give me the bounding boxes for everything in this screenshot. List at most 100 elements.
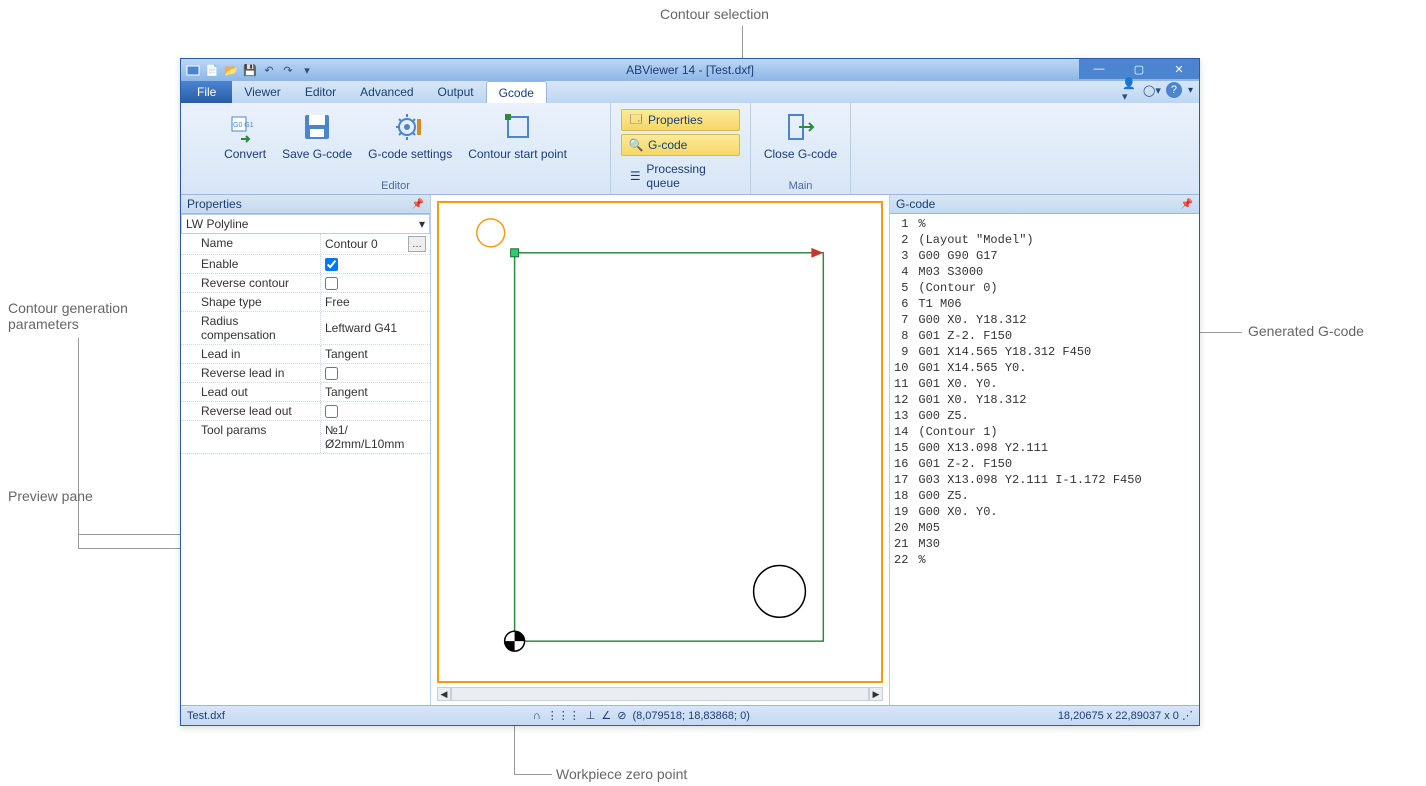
style-icon[interactable]: ◯▾ bbox=[1144, 82, 1160, 98]
tab-output[interactable]: Output bbox=[426, 81, 486, 103]
anno-line bbox=[78, 338, 79, 534]
prop-key: Reverse lead out bbox=[181, 402, 321, 420]
save-gcode-button[interactable]: Save G-code bbox=[282, 107, 352, 161]
tab-gcode[interactable]: Gcode bbox=[486, 81, 547, 103]
gcode-text[interactable]: %(Layout "Model")G00 G90 G17M03 S3000(Co… bbox=[914, 214, 1145, 705]
resize-grip-icon[interactable]: ⋰ bbox=[1182, 710, 1193, 722]
save-icon[interactable]: 💾 bbox=[242, 62, 258, 78]
prop-value-radius[interactable]: Leftward G41 bbox=[321, 312, 430, 344]
properties-icon: 🗔 bbox=[628, 112, 644, 128]
qat-dropdown-icon[interactable]: ▾ bbox=[299, 62, 315, 78]
reverse-leadout-checkbox[interactable] bbox=[325, 405, 338, 418]
gcode-panel-title: G-code bbox=[896, 197, 935, 211]
annotation-contour-params: Contour generation parameters bbox=[8, 300, 128, 332]
start-point-marker bbox=[511, 249, 519, 257]
contour-start-icon bbox=[502, 111, 534, 143]
status-coords: (8,079518; 18,83868; 0) bbox=[632, 710, 749, 722]
help-dropdown-icon[interactable]: ▾ bbox=[1188, 85, 1193, 96]
properties-btn-label: Properties bbox=[648, 113, 703, 127]
undo-icon[interactable]: ↶ bbox=[261, 62, 277, 78]
prop-row-tool-params: Tool params №1/Ø2mm/L10mm bbox=[181, 421, 430, 454]
contour-selection-marker bbox=[477, 219, 505, 247]
gcode-settings-label: G-code settings bbox=[368, 147, 452, 161]
gcode-editor[interactable]: 12345678910111213141516171819202122 %(La… bbox=[890, 214, 1199, 705]
open-icon[interactable]: 📂 bbox=[223, 62, 239, 78]
gcode-settings-button[interactable]: G-code settings bbox=[368, 107, 452, 161]
minimize-button[interactable]: — bbox=[1079, 59, 1119, 79]
polar-icon[interactable]: ∠ bbox=[601, 709, 611, 722]
quick-access-toolbar: 📄 📂 💾 ↶ ↷ ▾ bbox=[185, 62, 315, 78]
ribbon-group-editor: Editor bbox=[191, 178, 600, 194]
main-area: Properties 📌 LW Polyline ▾ Name Contour … bbox=[181, 195, 1199, 705]
reverse-leadin-checkbox[interactable] bbox=[325, 367, 338, 380]
convert-button[interactable]: G0 G1 Convert bbox=[224, 107, 266, 161]
maximize-button[interactable]: ▢ bbox=[1119, 59, 1159, 79]
tab-editor[interactable]: Editor bbox=[293, 81, 348, 103]
zero-point-icon bbox=[505, 631, 525, 651]
prop-value-leadout[interactable]: Tangent bbox=[321, 383, 430, 401]
pin-icon[interactable]: 📌 bbox=[412, 199, 424, 210]
prop-value-shape[interactable]: Free bbox=[321, 293, 430, 311]
prop-value-leadin[interactable]: Tangent bbox=[321, 345, 430, 363]
prop-key: Shape type bbox=[181, 293, 321, 311]
ellipsis-button[interactable]: … bbox=[408, 236, 426, 252]
enable-checkbox[interactable] bbox=[325, 258, 338, 271]
prop-key: Lead in bbox=[181, 345, 321, 363]
svg-text:G0 G1: G0 G1 bbox=[233, 122, 254, 129]
statusbar: Test.dxf ∩ ⋮⋮⋮ ⊥ ∠ ⊘ (8,079518; 18,83868… bbox=[181, 705, 1199, 725]
contour-circle bbox=[754, 565, 806, 617]
scroll-left-icon[interactable]: ◀ bbox=[437, 687, 451, 701]
prop-key: Reverse contour bbox=[181, 274, 321, 292]
close-gcode-button[interactable]: Close G-code bbox=[764, 107, 837, 161]
line-gutter: 12345678910111213141516171819202122 bbox=[890, 214, 914, 705]
gcode-btn-label: G-code bbox=[648, 138, 687, 152]
canvas[interactable] bbox=[437, 201, 883, 683]
file-menu[interactable]: File bbox=[181, 81, 232, 103]
help-icon[interactable]: ? bbox=[1166, 82, 1182, 98]
scroll-track[interactable] bbox=[451, 687, 869, 701]
grid-icon[interactable]: ⋮⋮⋮ bbox=[547, 709, 580, 722]
ortho-icon[interactable]: ⊥ bbox=[586, 709, 596, 722]
contour-start-button[interactable]: Contour start point bbox=[468, 107, 567, 161]
gcode-panel: G-code 📌 1234567891011121314151617181920… bbox=[889, 195, 1199, 705]
horizontal-scrollbar[interactable]: ◀ ▶ bbox=[437, 687, 883, 701]
tab-viewer[interactable]: Viewer bbox=[232, 81, 292, 103]
annotation-workpiece-zero: Workpiece zero point bbox=[556, 766, 687, 782]
redo-icon[interactable]: ↷ bbox=[280, 62, 296, 78]
snap-icon[interactable]: ∩ bbox=[533, 710, 541, 722]
status-filename: Test.dxf bbox=[187, 710, 225, 722]
properties-panel-button[interactable]: 🗔 Properties bbox=[621, 109, 740, 131]
prop-row-radius-comp: Radius compensation Leftward G41 bbox=[181, 312, 430, 345]
anno-line bbox=[78, 508, 79, 548]
annotation-contour-selection: Contour selection bbox=[660, 6, 769, 22]
menubar: File Viewer Editor Advanced Output Gcode… bbox=[181, 81, 1199, 103]
prop-value-toolparams[interactable]: №1/Ø2mm/L10mm bbox=[321, 421, 430, 453]
anno-line bbox=[78, 534, 180, 535]
prop-row-enable: Enable bbox=[181, 255, 430, 274]
osnap-icon[interactable]: ⊘ bbox=[617, 709, 626, 722]
reverse-contour-checkbox[interactable] bbox=[325, 277, 338, 290]
save-gcode-icon bbox=[301, 111, 333, 143]
entity-selector[interactable]: LW Polyline ▾ bbox=[181, 214, 430, 234]
status-dims: 18,20675 x 22,89037 x 0 bbox=[1058, 710, 1179, 722]
tab-advanced[interactable]: Advanced bbox=[348, 81, 425, 103]
preview-pane[interactable]: ◀ ▶ bbox=[431, 195, 889, 705]
gear-icon bbox=[394, 111, 426, 143]
new-icon[interactable]: 📄 bbox=[204, 62, 220, 78]
gcode-panel-button[interactable]: 🔍 G-code bbox=[621, 134, 740, 156]
prop-value-name[interactable]: Contour 0 bbox=[325, 237, 404, 251]
annotation-preview-pane: Preview pane bbox=[8, 488, 93, 504]
processing-queue-button[interactable]: ☰ Processing queue bbox=[621, 159, 740, 193]
prop-row-shape-type: Shape type Free bbox=[181, 293, 430, 312]
properties-grid: Name Contour 0… Enable Reverse contour S… bbox=[181, 234, 430, 705]
scroll-right-icon[interactable]: ▶ bbox=[869, 687, 883, 701]
properties-panel-title: Properties bbox=[187, 197, 242, 211]
user-icon[interactable]: 👤▾ bbox=[1122, 82, 1138, 98]
prop-row-reverse-lead-out: Reverse lead out bbox=[181, 402, 430, 421]
prop-key: Reverse lead in bbox=[181, 364, 321, 382]
properties-panel: Properties 📌 LW Polyline ▾ Name Contour … bbox=[181, 195, 431, 705]
app-icon[interactable] bbox=[185, 62, 201, 78]
app-window: 📄 📂 💾 ↶ ↷ ▾ ABViewer 14 - [Test.dxf] — ▢… bbox=[180, 58, 1200, 726]
close-button[interactable]: ✕ bbox=[1159, 59, 1199, 79]
pin-icon[interactable]: 📌 bbox=[1181, 199, 1193, 210]
